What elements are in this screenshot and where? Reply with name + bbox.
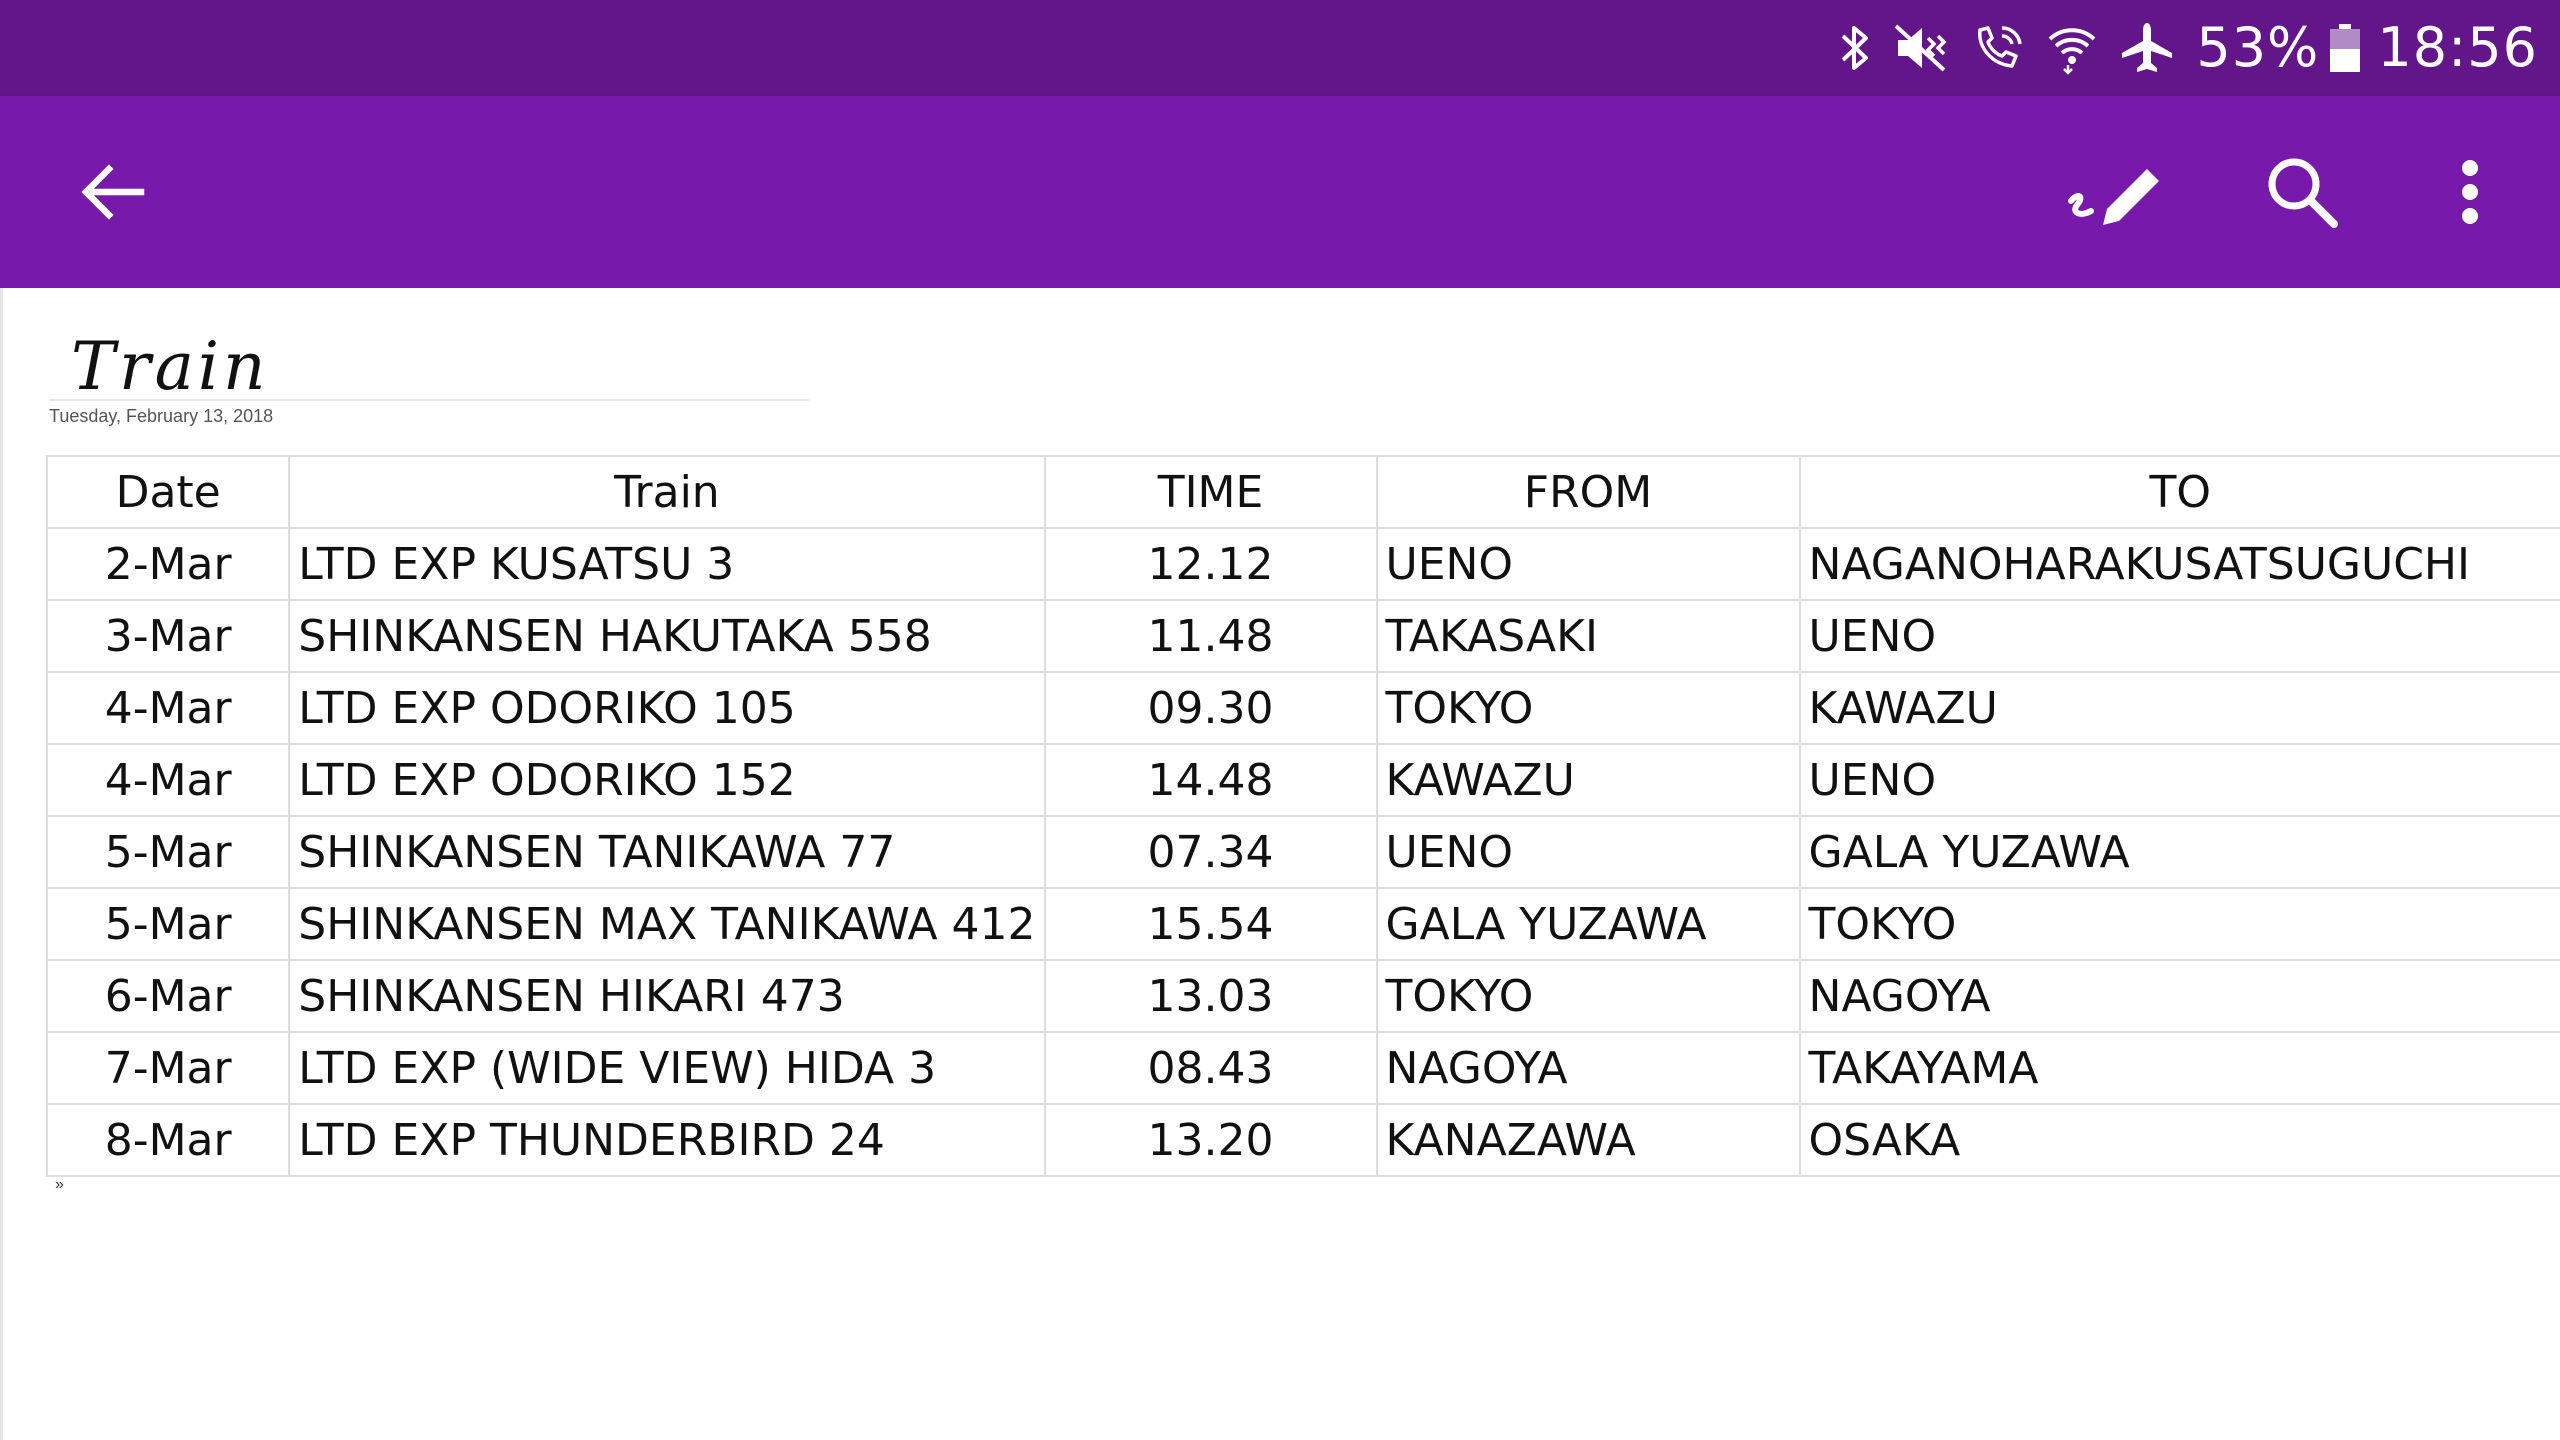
more-options-button[interactable] (2400, 96, 2540, 288)
table-row: 4-Mar LTD EXP ODORIKO 152 14.48 KAWAZU UENO (45, 743, 2560, 817)
wifi-icon (2046, 21, 2098, 75)
cell-to[interactable]: NAGOYA (1798, 959, 2560, 1033)
clock-wrap: 18:56 (2377, 21, 2538, 75)
cell-date[interactable]: 3-Mar (45, 599, 291, 673)
page-date: Tuesday, February 13, 2018 (49, 406, 274, 426)
cell-date[interactable]: 7-Mar (45, 1031, 291, 1105)
table-header-row: Date Train TIME FROM TO (45, 455, 2560, 529)
cell-to[interactable]: UENO (1798, 743, 2560, 817)
table-row: 4-Mar LTD EXP ODORIKO 105 09.30 TOKYO KAWAZU (45, 671, 2560, 745)
more-vert-icon (2462, 160, 2478, 224)
cell-train[interactable]: SHINKANSEN TANIKAWA 77 (288, 815, 1046, 889)
cell-from[interactable]: TOKYO (1375, 671, 1801, 745)
train-schedule-table: Date Train TIME FROM TO 2-Mar LTD EXP KUSATSU … (45, 455, 2560, 1177)
back-button[interactable] (42, 96, 182, 288)
table-row: 3-Mar SHINKANSEN HAKUTAKA 558 11.48 TAKASAK… (45, 599, 2560, 673)
cell-time[interactable]: 14.48 (1043, 743, 1378, 817)
cell-to[interactable]: UENO (1798, 599, 2560, 673)
header-time: TIME (1043, 455, 1378, 529)
table-row: 8-Mar LTD EXP THUNDERBIRD 24 13.20 KANAZAWA… (45, 1103, 2560, 1177)
table-row: 6-Mar SHINKANSEN HIKARI 473 13.03 TOKYO NAGO… (45, 959, 2560, 1033)
cell-time[interactable]: 13.03 (1043, 959, 1378, 1033)
cell-to[interactable]: GALA YUZAWA (1798, 815, 2560, 889)
cell-time[interactable]: 09.30 (1043, 671, 1378, 745)
cell-train[interactable]: SHINKANSEN MAX TANIKAWA 412 (288, 887, 1046, 961)
airplane-icon (2120, 21, 2174, 75)
cell-from[interactable]: UENO (1375, 815, 1801, 889)
cell-from[interactable]: TAKASAKI (1375, 599, 1801, 673)
bluetooth-icon (1838, 22, 1872, 74)
cell-train[interactable]: SHINKANSEN HAKUTAKA 558 (288, 599, 1046, 673)
cell-train[interactable]: SHINKANSEN HIKARI 473 (288, 959, 1046, 1033)
cell-from[interactable]: GALA YUZAWA (1375, 887, 1801, 961)
footnote-mark: » (55, 1176, 64, 1193)
cell-date[interactable]: 8-Mar (45, 1103, 291, 1177)
wifi-calling-icon (1972, 22, 2024, 74)
status-bar: 53% 18:56 (0, 0, 2560, 96)
cell-from[interactable]: TOKYO (1375, 959, 1801, 1033)
app-bar (0, 96, 2560, 288)
search-button[interactable] (2232, 96, 2372, 288)
cell-time[interactable]: 13.20 (1043, 1103, 1378, 1177)
battery-percent-wrap: 53% (2196, 21, 2319, 75)
cell-from[interactable]: KANAZAWA (1375, 1103, 1801, 1177)
vibrate-mute-icon (1894, 22, 1950, 74)
cell-date[interactable]: 6-Mar (45, 959, 291, 1033)
note-page: Train Tuesday, February 13, 2018 Date Tra… (0, 288, 2560, 1440)
title-divider (49, 399, 809, 401)
cell-to[interactable]: KAWAZU (1798, 671, 2560, 745)
draw-pen-icon (2068, 169, 2159, 225)
cell-train[interactable]: LTD EXP ODORIKO 152 (288, 743, 1046, 817)
table-row: 7-Mar LTD EXP (WIDE VIEW) HIDA 3 08.43 NAGO… (45, 1031, 2560, 1105)
table-row: 2-Mar LTD EXP KUSATSU 3 12.12 UENO NAGANOHAR… (45, 527, 2560, 601)
back-arrow-icon (81, 164, 145, 220)
draw-button[interactable] (2043, 96, 2183, 288)
cell-from[interactable]: UENO (1375, 527, 1801, 601)
status-icons: 53% 18:56 (1816, 0, 2538, 96)
table-row: 5-Mar SHINKANSEN TANIKAWA 77 07.34 UENO GALA… (45, 815, 2560, 889)
clock: 18:56 (2377, 16, 2538, 79)
header-train: Train (288, 455, 1046, 529)
cell-from[interactable]: KAWAZU (1375, 743, 1801, 817)
cell-time[interactable]: 08.43 (1043, 1031, 1378, 1105)
cell-train[interactable]: LTD EXP THUNDERBIRD 24 (288, 1103, 1046, 1177)
page-title[interactable]: Train (71, 328, 270, 405)
cell-date[interactable]: 5-Mar (45, 887, 291, 961)
header-date: Date (45, 455, 291, 529)
cell-time[interactable]: 07.34 (1043, 815, 1378, 889)
header-to: TO (1798, 455, 2560, 529)
cell-from[interactable]: NAGOYA (1375, 1031, 1801, 1105)
cell-to[interactable]: OSAKA (1798, 1103, 2560, 1177)
search-icon (2268, 158, 2338, 228)
cell-time[interactable]: 12.12 (1043, 527, 1378, 601)
cell-date[interactable]: 4-Mar (45, 743, 291, 817)
cell-time[interactable]: 15.54 (1043, 887, 1378, 961)
cell-train[interactable]: LTD EXP (WIDE VIEW) HIDA 3 (288, 1031, 1046, 1105)
header-from: FROM (1375, 455, 1801, 529)
cell-time[interactable]: 11.48 (1043, 599, 1378, 673)
cell-date[interactable]: 5-Mar (45, 815, 291, 889)
cell-train[interactable]: LTD EXP KUSATSU 3 (288, 527, 1046, 601)
cell-date[interactable]: 2-Mar (45, 527, 291, 601)
cell-date[interactable]: 4-Mar (45, 671, 291, 745)
battery-percent: 53% (2196, 16, 2320, 79)
cell-to[interactable]: TOKYO (1798, 887, 2560, 961)
cell-train[interactable]: LTD EXP ODORIKO 105 (288, 671, 1046, 745)
table-row: 5-Mar SHINKANSEN MAX TANIKAWA 412 15.54 GAL… (45, 887, 2560, 961)
cell-to[interactable]: NAGANOHARAKUSATSUGUCHI (1798, 527, 2560, 601)
cell-to[interactable]: TAKAYAMA (1798, 1031, 2560, 1105)
battery-icon (2329, 23, 2361, 73)
